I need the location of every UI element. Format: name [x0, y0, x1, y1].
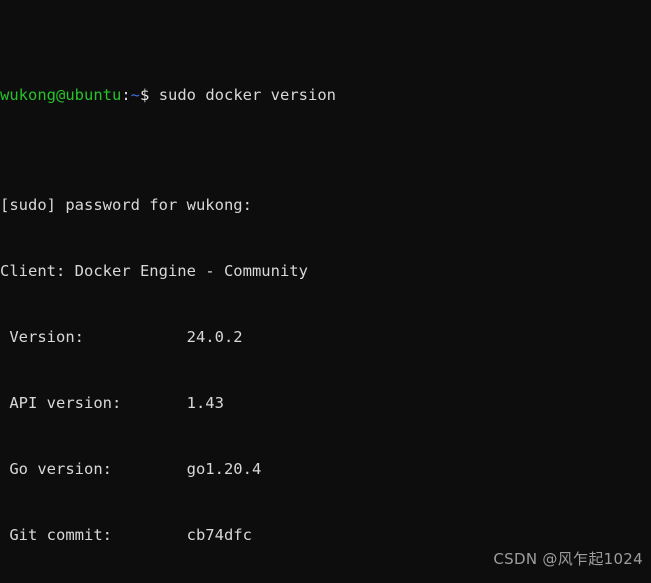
terminal-output-line: Client: Docker Engine - Community: [0, 262, 308, 280]
terminal-screen[interactable]: wukong@ubuntu:~$ sudo docker version [su…: [0, 0, 651, 583]
prompt-path: ~: [130, 86, 141, 104]
terminal-output-line: API version: 1.43: [0, 394, 224, 412]
terminal-output-line: Go version: go1.20.4: [0, 460, 262, 478]
prompt-separator: :: [121, 86, 131, 104]
terminal-output-line: Version: 24.0.2: [0, 328, 243, 346]
terminal-window[interactable]: wukong@ubuntu:~$ sudo docker version [su…: [0, 0, 651, 583]
terminal-prompt-line: wukong@ubuntu:~$ sudo docker version: [0, 84, 651, 106]
terminal-output-line: [sudo] password for wukong:: [0, 196, 252, 214]
prompt-user-host: wukong@ubuntu: [0, 86, 122, 104]
terminal-output-line: Git commit: cb74dfc: [0, 526, 252, 544]
prompt-symbol: $: [140, 86, 150, 104]
terminal-command: sudo docker version: [149, 86, 336, 104]
